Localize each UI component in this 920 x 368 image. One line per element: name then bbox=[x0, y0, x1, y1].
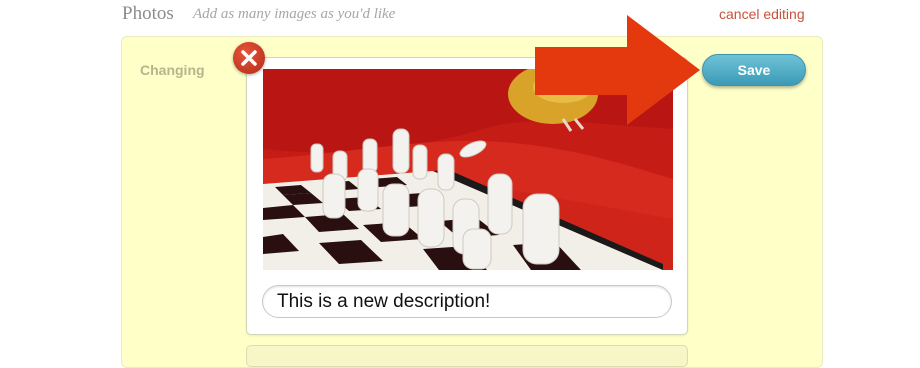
section-title: Photos bbox=[122, 3, 174, 24]
section-subtitle: Add as many images as you'd like bbox=[193, 6, 396, 22]
changing-status-label: Changing bbox=[140, 62, 205, 78]
next-photo-card bbox=[246, 345, 688, 367]
photo-description-input[interactable] bbox=[262, 285, 672, 318]
pointer-arrow-icon bbox=[535, 15, 700, 125]
remove-photo-button[interactable] bbox=[233, 42, 265, 74]
cancel-editing-link[interactable]: cancel editing bbox=[719, 6, 805, 22]
save-button[interactable]: Save bbox=[702, 54, 806, 86]
close-icon bbox=[241, 50, 257, 66]
